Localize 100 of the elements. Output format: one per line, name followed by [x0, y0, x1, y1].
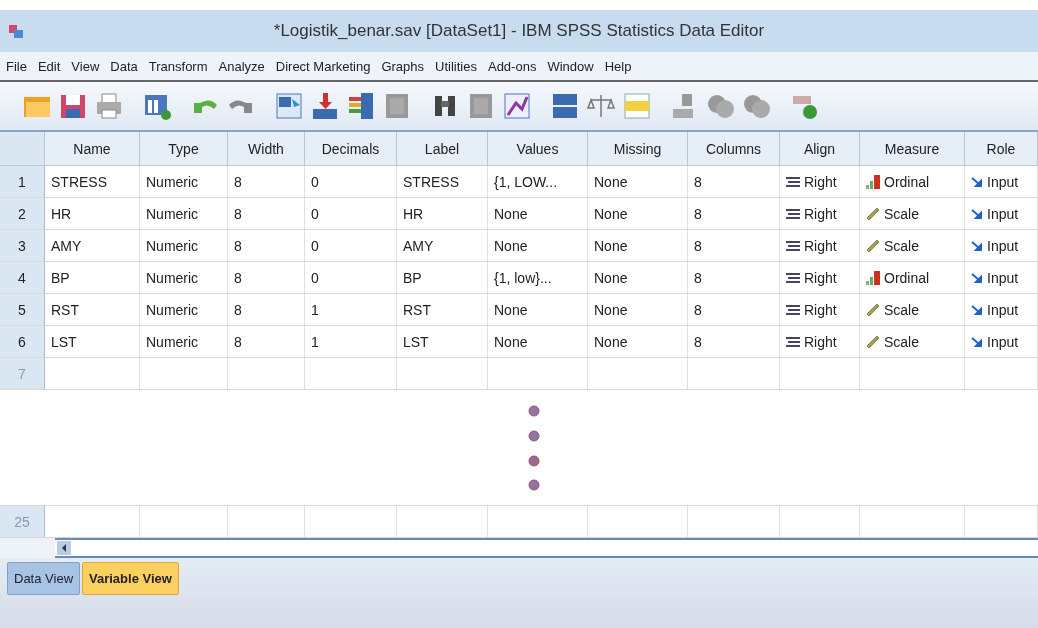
menu-item[interactable]: Data: [110, 58, 138, 74]
column-header[interactable]: Decimals: [305, 132, 397, 165]
row-number[interactable]: 5: [0, 294, 45, 325]
table-cell: 8: [688, 262, 780, 293]
table-cell: None: [588, 326, 688, 357]
bar-chart-icon: [866, 174, 880, 189]
table-cell: None: [588, 230, 688, 261]
table-cell: {1, low}...: [488, 262, 588, 293]
table-cell: STRESS: [45, 166, 140, 197]
table-cell: Numeric: [140, 166, 228, 197]
menu-item[interactable]: File: [6, 58, 27, 74]
table-cell: 8: [228, 326, 305, 357]
table-cell: 8: [688, 198, 780, 229]
table-cell: 8: [228, 230, 305, 261]
row-number[interactable]: 1: [0, 166, 45, 197]
row-number[interactable]: 4: [0, 262, 45, 293]
horizontal-scrollbar[interactable]: [55, 538, 1038, 558]
row-number[interactable]: 6: [0, 326, 45, 357]
align-right-icon: [786, 240, 800, 251]
table-cell: 8: [228, 166, 305, 197]
table-cell: LST: [45, 326, 140, 357]
chart-grid-icon[interactable]: [502, 91, 532, 121]
table-cell: Numeric: [140, 294, 228, 325]
cell-text: Scale: [884, 333, 920, 350]
cell-text: Right: [804, 301, 837, 318]
column-header[interactable]: Values: [488, 132, 588, 165]
row-number[interactable]: 2: [0, 198, 45, 229]
cell-text: Ordinal: [884, 173, 930, 190]
table-cell: HR: [45, 198, 140, 229]
table-cell: AMY: [397, 230, 488, 261]
table-cell: Numeric: [140, 198, 228, 229]
table-cell: 0: [305, 230, 397, 261]
column-header[interactable]: Role: [965, 132, 1038, 165]
ruler-icon: [866, 334, 880, 349]
table-cell: BP: [397, 262, 488, 293]
menu-item[interactable]: Window: [547, 58, 594, 74]
cell-text: Right: [804, 269, 837, 286]
menu-item[interactable]: Analyze: [218, 58, 265, 74]
menu-item[interactable]: Help: [604, 58, 632, 74]
menu-item[interactable]: View: [71, 58, 100, 74]
column-header[interactable]: Width: [228, 132, 305, 165]
cell-text: Input: [987, 269, 1019, 286]
menu-item[interactable]: Graphs: [381, 58, 425, 74]
cell-text: Input: [987, 173, 1019, 190]
column-header[interactable]: Type: [140, 132, 228, 165]
table-cell: 8: [688, 166, 780, 197]
cell-text: Scale: [884, 205, 920, 222]
table-cell: None: [588, 166, 688, 197]
align-right-icon: [786, 176, 800, 187]
table-corner[interactable]: [0, 132, 45, 165]
table-cell: None: [488, 198, 588, 229]
table-cell: Numeric: [140, 230, 228, 261]
table-cell: None: [488, 294, 588, 325]
cell-text: Scale: [884, 301, 920, 318]
menu-item[interactable]: Direct Marketing: [275, 58, 371, 74]
table-cell: 1: [305, 294, 397, 325]
row-number[interactable]: 3: [0, 230, 45, 261]
cell-text: Right: [804, 173, 837, 190]
scroll-left-icon[interactable]: [57, 541, 71, 555]
column-header[interactable]: Label: [397, 132, 488, 165]
bar-chart-icon: [866, 270, 880, 285]
column-header[interactable]: Align: [780, 132, 860, 165]
table-cell: STRESS: [397, 166, 488, 197]
table-cell: 8: [228, 262, 305, 293]
menu-item[interactable]: Add-ons: [487, 58, 537, 74]
align-right-icon: [786, 272, 800, 283]
table-cell: BP: [45, 262, 140, 293]
table-cell: 8: [228, 198, 305, 229]
column-header[interactable]: Missing: [588, 132, 688, 165]
align-right-icon: [786, 304, 800, 315]
table-cell: RST: [397, 294, 488, 325]
menu-item[interactable]: Edit: [37, 58, 61, 74]
ruler-icon: [866, 302, 880, 317]
view-tab[interactable]: Data View: [7, 562, 80, 595]
table-cell: 0: [305, 166, 397, 197]
menu-item[interactable]: Transform: [148, 58, 208, 74]
scroll-corner: [0, 538, 55, 558]
table-cell: None: [488, 230, 588, 261]
view-tab[interactable]: Variable View: [82, 562, 179, 595]
print-icon[interactable]: [94, 91, 124, 121]
align-right-icon: [786, 336, 800, 347]
cell-text: Right: [804, 205, 837, 222]
table-cell: 8: [688, 326, 780, 357]
table-cell: None: [588, 262, 688, 293]
arrow-icon: [971, 207, 983, 220]
window-title: *Logistik_benar.sav [DataSet1] - IBM SPSS Statistics Data Editor: [272, 21, 766, 41]
table-cell: 8: [688, 294, 780, 325]
arrow-icon: [971, 239, 983, 252]
column-header[interactable]: Measure: [860, 132, 965, 165]
arrow-icon: [971, 335, 983, 348]
table-cell: None: [488, 326, 588, 357]
cell-text: Input: [987, 205, 1019, 222]
table-cell: HR: [397, 198, 488, 229]
column-header[interactable]: Name: [45, 132, 140, 165]
column-header[interactable]: Columns: [688, 132, 780, 165]
table-cell: 8: [688, 230, 780, 261]
menu-item[interactable]: Utilities: [435, 58, 477, 74]
table-cell: None: [588, 294, 688, 325]
table-cell: AMY: [45, 230, 140, 261]
arrow-icon: [971, 175, 983, 188]
